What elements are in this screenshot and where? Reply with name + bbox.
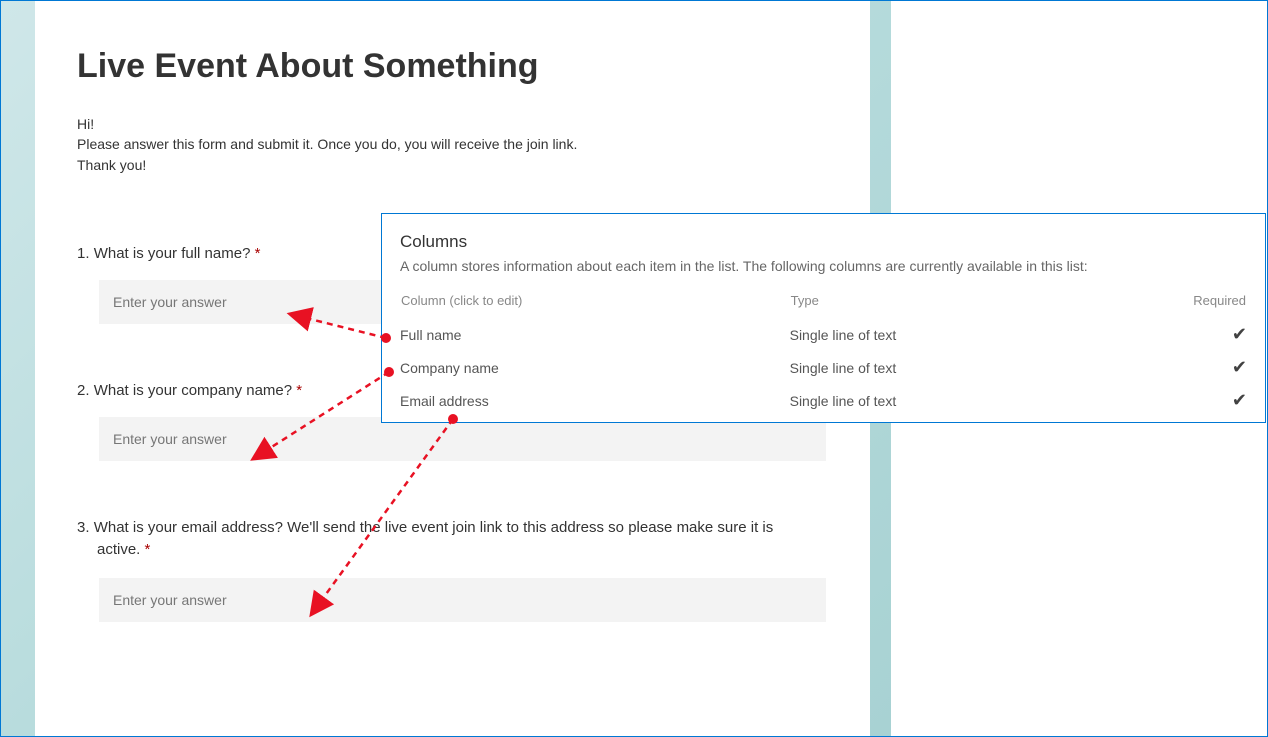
question-2-text: What is your company name? (94, 382, 292, 399)
form-title: Live Event About Something (77, 47, 828, 86)
question-2-number: 2. (77, 382, 90, 399)
check-icon: ✔ (1232, 324, 1247, 344)
col-type-company: Single line of text (790, 351, 1163, 384)
question-1-number: 1. (77, 245, 90, 262)
columns-row-email[interactable]: Email address Single line of text ✔ (400, 384, 1247, 417)
columns-header-name: Column (click to edit) (400, 292, 790, 318)
check-icon: ✔ (1232, 390, 1247, 410)
answer-input-2[interactable] (99, 417, 826, 461)
intro-line-1: Hi! (77, 116, 94, 132)
question-3-label: 3. What is your email address? We'll sen… (77, 517, 828, 561)
answer-input-3[interactable] (99, 578, 826, 622)
columns-panel-desc: A column stores information about each i… (400, 258, 1247, 274)
columns-header-required: Required (1162, 292, 1247, 318)
question-3-number: 3. (77, 519, 90, 536)
intro-line-3: Thank you! (77, 157, 146, 173)
required-marker: * (296, 382, 302, 399)
columns-row-company[interactable]: Company name Single line of text ✔ (400, 351, 1247, 384)
col-name-email: Email address (400, 384, 790, 417)
columns-row-fullname[interactable]: Full name Single line of text ✔ (400, 318, 1247, 351)
form-intro: Hi! Please answer this form and submit i… (77, 114, 828, 175)
col-name-company: Company name (400, 351, 790, 384)
viewport: Live Event About Something Hi! Please an… (0, 0, 1268, 737)
col-type-fullname: Single line of text (790, 318, 1163, 351)
columns-panel-title: Columns (400, 232, 1247, 252)
columns-header-type: Type (790, 292, 1163, 318)
question-1-text: What is your full name? (94, 245, 251, 262)
intro-line-2: Please answer this form and submit it. O… (77, 136, 577, 152)
col-type-email: Single line of text (790, 384, 1163, 417)
columns-table: Column (click to edit) Type Required Ful… (400, 292, 1247, 417)
columns-panel: Columns A column stores information abou… (381, 213, 1266, 423)
required-marker: * (255, 245, 261, 262)
question-3-text: What is your email address? We'll send t… (94, 519, 774, 558)
question-3: 3. What is your email address? We'll sen… (77, 517, 828, 623)
check-icon: ✔ (1232, 357, 1247, 377)
required-marker: * (145, 541, 151, 558)
col-name-fullname: Full name (400, 318, 790, 351)
